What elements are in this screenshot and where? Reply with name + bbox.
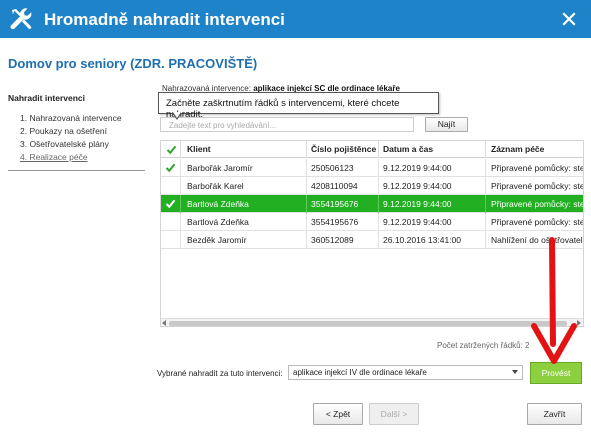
table-row[interactable]: Barbořák Jaromír 250506123 9.12.2019 9:44:… [161,159,583,177]
checked-count: Počet zatržených řádků: 2 [437,341,530,350]
cell-record: Připravené pomůcky: steril [491,199,584,209]
replace-with-select[interactable]: aplikace injekcí IV dle ordinace lékaře [288,365,523,380]
scroll-thumb[interactable] [169,321,567,326]
close-button[interactable]: Zavřít [527,403,582,425]
cell-insurance: 360512089 [311,235,354,245]
close-icon[interactable] [561,11,577,27]
cell-client: Bartlová Zdeňka [187,199,249,209]
cell-record: Připravené pomůcky: steril [491,217,584,227]
steps-divider [8,170,145,171]
step-2[interactable]: 2. Poukazy na ošetření [20,126,107,136]
table-row[interactable]: Barbořák Karel 4208110094 9.12.2019 9:44:0… [161,177,583,195]
row-checkbox[interactable] [164,215,177,228]
cell-insurance: 3554195676 [311,217,359,227]
page-title: Domov pro seniory (ZDR. PRACOVIŠTĚ) [8,56,258,71]
cell-datetime: 9.12.2019 9:44:00 [383,163,452,173]
interventions-table: Klient Číslo pojištěnce Datum a čas Zázn… [160,140,584,327]
cell-datetime: 26.10.2016 13:41:00 [383,235,461,245]
annotation-arrow-head [531,323,577,364]
cell-insurance: 4208110094 [311,181,358,191]
row-checkbox[interactable] [164,233,177,246]
search-button[interactable]: Najít [425,117,468,132]
cell-datetime: 9.12.2019 9:44:00 [383,181,452,191]
table-row[interactable]: Bartlová Zdeňka 3554195676 9.12.2019 9:44:… [161,213,583,231]
column-record[interactable]: Záznam péče [491,144,544,154]
cell-record: Nahlížení do ošetřovatelské [491,235,583,245]
cell-datetime: 9.12.2019 9:44:00 [383,217,452,227]
step-4[interactable]: 4. Realizace péče [20,152,88,162]
scroll-right-icon[interactable] [577,320,581,326]
cell-client: Bezděk Jaromír [187,235,247,245]
tooltip: Začněte zaškrtnutím řádků s intervencemi… [158,92,439,120]
row-check-icon[interactable] [165,198,176,209]
row-checkbox[interactable] [164,179,177,192]
steps-heading: Nahradit intervenci [8,93,85,103]
column-client[interactable]: Klient [187,144,211,154]
chevron-down-icon[interactable] [512,370,518,374]
title-bar: Hromadně nahradit intervenci [0,0,591,38]
wrench-icon [10,8,32,30]
cell-insurance: 3554195676 [311,199,359,209]
table-header: Klient Číslo pojištěnce Datum a čas Zázn… [161,141,583,158]
window-title: Hromadně nahradit intervenci [44,10,285,29]
horizontal-scrollbar[interactable] [161,318,583,326]
cell-record: Připravené pomůcky: steril [491,181,584,191]
cell-client: Barbořák Jaromír [187,163,253,173]
check-all-icon[interactable] [166,144,177,155]
table-row[interactable]: Bezděk Jaromír 360512089 26.10.2016 13:41:… [161,231,583,249]
next-button: Další > [369,403,419,425]
cell-client: Barbořák Karel [187,181,244,191]
cell-client: Bartlová Zdeňka [187,217,249,227]
provest-button[interactable]: Provést [530,362,582,384]
cell-insurance: 250506123 [311,163,354,173]
row-check-icon[interactable] [165,162,176,173]
step-1[interactable]: 1. Nahrazovaná intervence [20,113,122,123]
back-button[interactable]: < Zpět [313,403,363,425]
table-row[interactable]: Bartlová Zdeňka 3554195676 9.12.2019 9:44:… [161,195,583,213]
column-insurance[interactable]: Číslo pojištěnce [311,144,376,154]
column-datetime[interactable]: Datum a čas [383,144,433,154]
replace-with-label: Vybrané nahradit za tuto intervenci: [157,369,283,378]
cell-record: Připravené pomůcky: steril [491,163,584,173]
cell-datetime: 9.12.2019 9:44:00 [383,199,452,209]
scroll-left-icon[interactable] [162,320,166,326]
tooltip-tail-inner [173,112,181,118]
step-3[interactable]: 3. Ošetřovatelské plány [20,139,109,149]
